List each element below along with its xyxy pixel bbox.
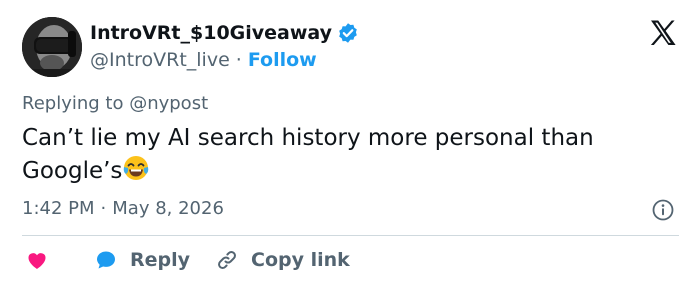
reply-label: Reply [130,249,191,271]
info-icon[interactable] [651,198,675,222]
avatar[interactable] [22,17,82,77]
tweet-body: Can’t lie my AI search history more pers… [22,125,594,184]
author-name-row: IntroVRt_$10Giveaway [90,21,359,45]
timestamp[interactable]: 1:42 PM · May 8, 2026 [22,197,224,221]
heart-icon [25,248,49,272]
link-icon [215,248,239,272]
face-with-tears-of-joy-icon [122,154,150,182]
tweet-embed: IntroVRt_$10Giveaway @IntroVRt_live · Foll… [0,0,700,287]
x-logo-icon[interactable] [648,18,678,48]
verified-badge-icon [337,22,359,44]
author-handle[interactable]: @IntroVRt_live [90,49,230,71]
tweet-date: May 8, 2026 [112,198,224,219]
tweet-text: Can’t lie my AI search history more pers… [22,123,672,187]
follow-button[interactable]: Follow [248,49,317,71]
reply-button[interactable]: Reply [94,248,190,272]
divider [22,235,679,236]
speech-bubble-icon [94,248,118,272]
author-display-name[interactable]: IntroVRt_$10Giveaway [90,21,332,45]
reply-context: Replying to @nypost [22,93,209,114]
timestamp-separator: · [100,198,107,219]
copy-link-button[interactable]: Copy link [215,248,350,272]
handle-separator: · [235,49,242,71]
copy-link-label: Copy link [251,249,350,271]
like-button[interactable] [25,248,49,272]
tweet-time: 1:42 PM [22,198,95,219]
author-handle-row: @IntroVRt_live · Follow [90,48,317,72]
